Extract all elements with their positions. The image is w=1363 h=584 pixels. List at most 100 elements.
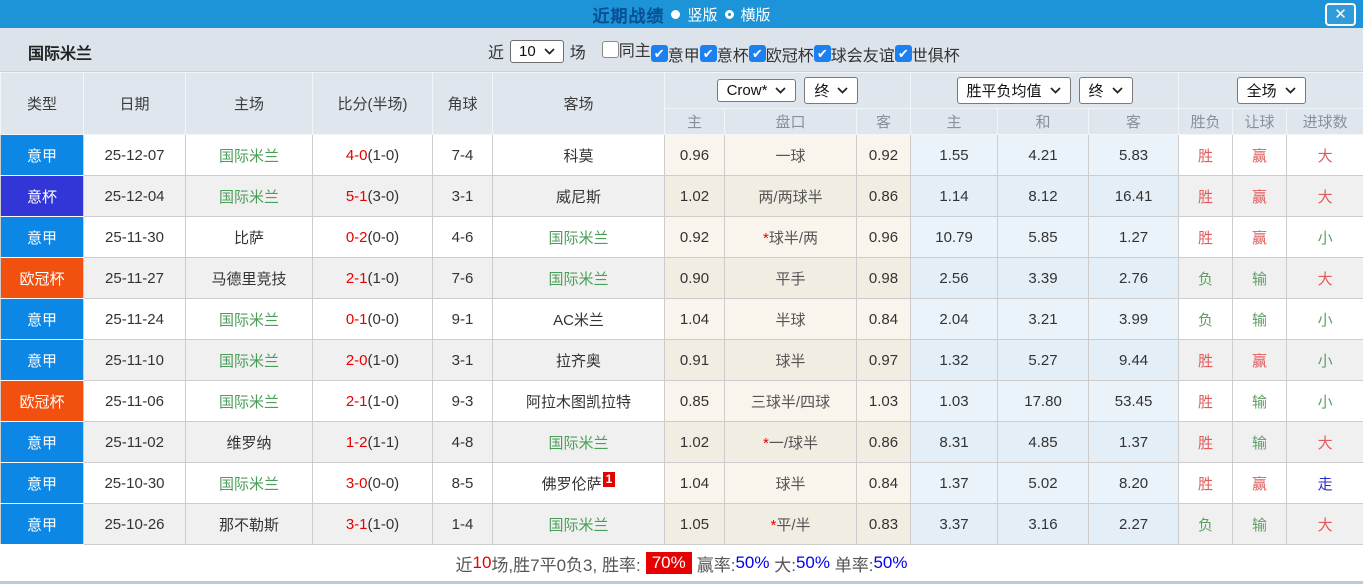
handicap-time-select[interactable]: 终 bbox=[804, 77, 859, 104]
cell-odds-away: 1.37 bbox=[1088, 421, 1180, 463]
cell-home-team: 国际米兰 bbox=[185, 134, 313, 176]
horizontal-layout-label[interactable]: 横版 bbox=[741, 4, 771, 25]
filter-checkbox-label: 意杯 bbox=[716, 47, 749, 65]
team-name: 国际米兰 bbox=[28, 46, 93, 63]
cell-home-team: 那不勒斯 bbox=[185, 503, 313, 545]
recent-count-value: 10 bbox=[519, 42, 536, 60]
subheader-handicap-home: 主 bbox=[664, 108, 725, 135]
handicap-text: 一/球半 bbox=[768, 434, 818, 452]
checkbox-checked-icon[interactable]: ✔ bbox=[699, 45, 717, 62]
recent-count-select[interactable]: 10 bbox=[510, 39, 564, 63]
handicap-text: 半球 bbox=[775, 311, 806, 329]
checkbox-checked-icon[interactable]: ✔ bbox=[650, 45, 668, 62]
subheader-handicap-away: 客 bbox=[855, 108, 912, 135]
checkbox-checked-icon[interactable]: ✔ bbox=[894, 45, 912, 62]
score-halftime: (1-0) bbox=[367, 269, 400, 287]
cell-away-team: 拉齐奥 bbox=[492, 339, 665, 381]
cell-date: 25-11-02 bbox=[83, 421, 186, 463]
cell-home-team: 国际米兰 bbox=[185, 380, 313, 422]
odds-type-value: 胜平负均值 bbox=[966, 83, 1042, 100]
cell-odds-home: 2.04 bbox=[910, 298, 999, 340]
horizontal-layout-radio[interactable] bbox=[724, 9, 734, 19]
cell-home-team: 国际米兰 bbox=[185, 175, 313, 217]
cell-odds-home: 8.31 bbox=[910, 421, 999, 463]
checkbox-checked-icon[interactable]: ✔ bbox=[813, 45, 831, 62]
chevron-down-icon bbox=[544, 48, 555, 55]
table-row: 意甲 25-10-30 国际米兰 3-0(0-0) 8-5 佛罗伦萨 1 1.04 球半 0.84… bbox=[0, 462, 1363, 504]
score-halftime: (1-1) bbox=[367, 433, 400, 451]
close-button[interactable]: ✕ bbox=[1325, 3, 1356, 26]
footer-segment-badge: 70% bbox=[645, 552, 692, 574]
cell-result-winloss: 胜 bbox=[1178, 339, 1234, 381]
odds-company-select[interactable]: Crow* bbox=[716, 79, 797, 102]
cell-corners: 4-8 bbox=[432, 421, 493, 463]
vertical-layout-label[interactable]: 竖版 bbox=[687, 4, 717, 25]
footer-segment-plain: 大: bbox=[769, 555, 796, 575]
cell-corners: 7-4 bbox=[432, 134, 493, 176]
checkbox-checked-icon[interactable]: ✔ bbox=[748, 45, 766, 62]
cell-odds-draw: 3.16 bbox=[997, 503, 1090, 545]
cell-result-winloss: 负 bbox=[1178, 257, 1234, 299]
cell-score: 1-2(1-1) bbox=[312, 421, 433, 463]
cell-corners: 4-6 bbox=[432, 216, 493, 258]
cell-handicap-line: 半球 bbox=[724, 298, 857, 340]
table-row: 欧冠杯 25-11-06 国际米兰 2-1(1-0) 9-3 阿拉木图凯拉特 0.85 三球半… bbox=[0, 380, 1363, 422]
filter-checkbox-item: ✔ 意杯 bbox=[699, 42, 749, 66]
score-halftime: (0-0) bbox=[367, 310, 400, 328]
cell-home-team: 国际米兰 bbox=[185, 462, 313, 504]
table-row: 意甲 25-11-02 维罗纳 1-2(1-1) 4-8 国际米兰 1.02 *一/球半 0.8… bbox=[0, 421, 1363, 463]
cell-result-goals: 走 bbox=[1286, 462, 1363, 504]
vertical-layout-radio[interactable] bbox=[671, 9, 681, 19]
filter-checkbox-item: ✔ 欧冠杯 bbox=[748, 42, 814, 66]
subheader-odds-draw: 和 bbox=[997, 108, 1090, 135]
score-halftime: (1-0) bbox=[367, 392, 400, 410]
col-header-date: 日期 bbox=[83, 72, 186, 135]
checkbox-unchecked-icon[interactable] bbox=[601, 40, 619, 58]
handicap-text: 平/半 bbox=[776, 516, 811, 534]
cell-match-type: 意甲 bbox=[0, 462, 84, 504]
odds-time-value: 终 bbox=[1088, 83, 1104, 100]
league-filter-group: 同主 ✔ 意甲 ✔ 意杯 ✔ 欧冠杯 ✔ 球会友谊 ✔ 世俱杯 bbox=[592, 37, 960, 66]
cell-handicap-line: *一/球半 bbox=[724, 421, 857, 463]
cell-odds-away: 3.99 bbox=[1088, 298, 1180, 340]
filter-checkbox-label: 同主 bbox=[618, 43, 651, 60]
footer-segment-blue: 50% bbox=[795, 553, 830, 572]
cell-score: 2-0(1-0) bbox=[312, 339, 433, 381]
cell-handicap-line: *平/半 bbox=[724, 503, 857, 545]
cell-away-team: 国际米兰 bbox=[492, 503, 665, 545]
handicap-text: 平手 bbox=[775, 270, 806, 288]
cell-odds-draw: 5.02 bbox=[997, 462, 1090, 504]
cell-odds-away: 9.44 bbox=[1088, 339, 1180, 381]
cell-match-type: 欧冠杯 bbox=[0, 380, 84, 422]
scope-select[interactable]: 全场 bbox=[1236, 77, 1306, 104]
cell-home-team: 国际米兰 bbox=[185, 339, 313, 381]
odds-type-select[interactable]: 胜平负均值 bbox=[956, 77, 1071, 104]
odds-controls-cell: 胜平负均值 终 bbox=[910, 72, 1180, 109]
cell-result-goals: 小 bbox=[1286, 216, 1363, 258]
cell-odds-away: 16.41 bbox=[1088, 175, 1180, 217]
cell-home-team: 国际米兰 bbox=[185, 298, 313, 340]
score-fulltime: 0-2 bbox=[345, 228, 368, 246]
cell-odds-draw: 3.21 bbox=[997, 298, 1090, 340]
cell-home-team: 比萨 bbox=[185, 216, 313, 258]
handicap-text: 球半 bbox=[775, 475, 806, 493]
cell-odds-home: 1.32 bbox=[910, 339, 999, 381]
score-fulltime: 2-1 bbox=[345, 392, 368, 410]
odds-time-select[interactable]: 终 bbox=[1078, 77, 1133, 104]
cell-odds-away: 1.27 bbox=[1088, 216, 1180, 258]
cell-handicap-away-odds: 0.92 bbox=[855, 134, 912, 176]
cell-corners: 3-1 bbox=[432, 339, 493, 381]
summary-footer: 近 10 场,胜7平0负3, 胜率: 70% 赢率: 50% 大: 50% 单率: 50% bbox=[0, 545, 1363, 584]
table-row: 欧冠杯 25-11-27 马德里竞技 2-1(1-0) 7-6 国际米兰 0.90 平手 0.9… bbox=[0, 257, 1363, 299]
footer-segment-blue: 50% bbox=[735, 553, 770, 572]
filter-bar: 国际米兰 近 10 场 同主 ✔ 意甲 ✔ 意杯 ✔ 欧冠杯 ✔ 球会友谊 ✔ 世俱杯 bbox=[0, 28, 1363, 72]
cell-result-handicap: 赢 bbox=[1232, 175, 1288, 217]
cell-odds-draw: 3.39 bbox=[997, 257, 1090, 299]
score-halftime: (0-0) bbox=[367, 228, 400, 246]
filter-controls: 近 10 场 同主 ✔ 意甲 ✔ 意杯 ✔ 欧冠杯 ✔ 球会友谊 ✔ 世俱杯 bbox=[482, 37, 960, 66]
cell-match-type: 意甲 bbox=[0, 134, 84, 176]
subheader-odds-away: 客 bbox=[1088, 108, 1180, 135]
titlebar: 近期战绩 竖版 横版 ✕ bbox=[0, 0, 1363, 28]
cell-handicap-home-odds: 0.91 bbox=[664, 339, 725, 381]
cell-odds-home: 1.14 bbox=[910, 175, 999, 217]
